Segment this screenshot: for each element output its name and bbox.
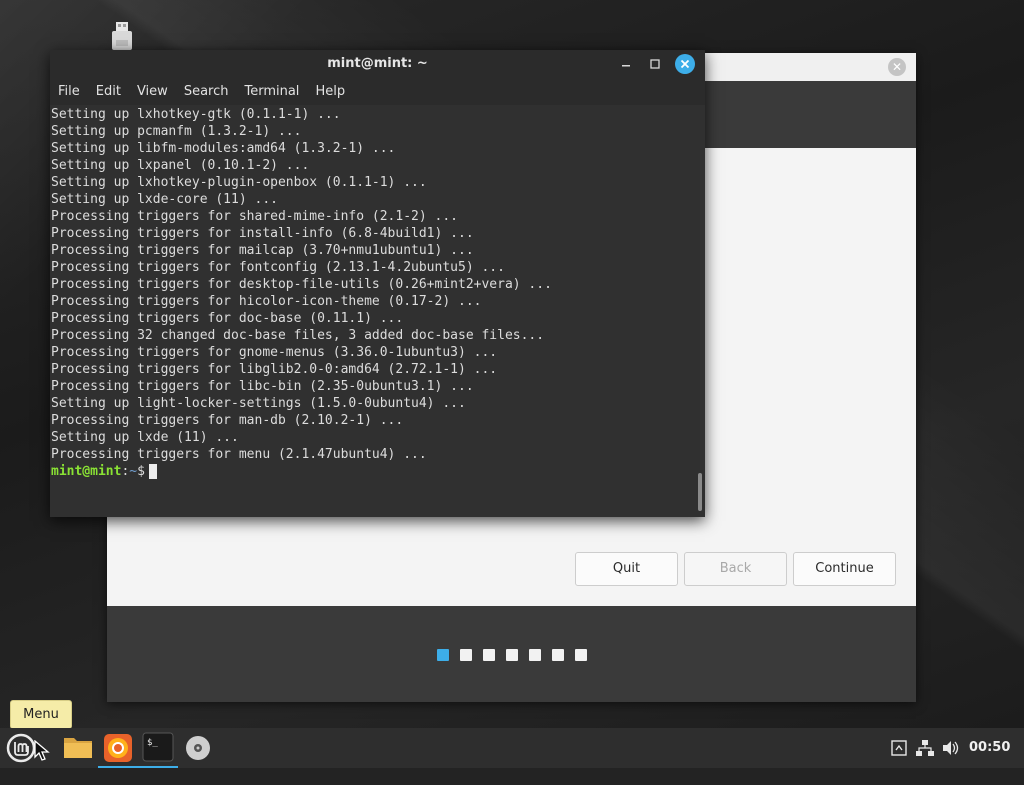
terminal-line: Processing triggers for libc-bin (2.35-0… xyxy=(51,379,474,394)
terminal-line: Setting up lxhotkey-plugin-openbox (0.1.… xyxy=(51,175,427,190)
network-tray-button[interactable] xyxy=(915,728,935,768)
terminal-titlebar[interactable]: mint@mint: ~ xyxy=(50,50,705,78)
menu-search[interactable]: Search xyxy=(176,78,237,105)
notes-icon xyxy=(891,740,907,756)
disc-icon xyxy=(186,736,210,760)
terminal-line: Processing triggers for mailcap (3.70+nm… xyxy=(51,243,474,258)
step-dot-3 xyxy=(483,649,495,661)
prompt-symbol: $ xyxy=(137,464,145,479)
terminal-line: Setting up lxpanel (0.10.1-2) ... xyxy=(51,158,310,173)
disc-button[interactable] xyxy=(178,728,218,768)
step-dot-1 xyxy=(437,649,449,661)
installer-close-button[interactable]: ✕ xyxy=(888,58,906,76)
terminal-line: Processing triggers for hicolor-icon-the… xyxy=(51,294,482,309)
step-dot-6 xyxy=(552,649,564,661)
close-button[interactable] xyxy=(675,54,695,74)
text-cursor xyxy=(148,464,157,479)
step-dot-4 xyxy=(506,649,518,661)
step-dot-2 xyxy=(460,649,472,661)
terminal-line: Processing triggers for install-info (6.… xyxy=(51,226,474,241)
files-button[interactable] xyxy=(58,728,98,768)
notes-tray-button[interactable] xyxy=(890,728,908,768)
prompt-user: mint@mint xyxy=(51,464,122,479)
close-icon xyxy=(680,59,690,69)
firefox-button[interactable] xyxy=(98,728,138,768)
volume-tray-button[interactable] xyxy=(941,728,961,768)
terminal-prompt: mint@mint:~$ xyxy=(51,463,157,480)
terminal-line: Setting up pcmanfm (1.3.2-1) ... xyxy=(51,124,302,139)
terminal-line: Setting up lxhotkey-gtk (0.1.1-1) ... xyxy=(51,107,341,122)
prompt-path: ~ xyxy=(129,464,138,479)
terminal-line: Setting up light-locker-settings (1.5.0-… xyxy=(51,396,466,411)
terminal-window: mint@mint: ~ File Edit View Search Termi… xyxy=(50,50,705,517)
menu-edit[interactable]: Edit xyxy=(88,78,129,105)
quit-button[interactable]: Quit xyxy=(575,552,678,586)
terminal-line: Processing triggers for man-db (2.10.2-1… xyxy=(51,413,404,428)
terminal-line: Processing triggers for gnome-menus (3.3… xyxy=(51,345,498,360)
menu-button[interactable] xyxy=(1,728,50,768)
menu-help[interactable]: Help xyxy=(307,78,353,105)
minimize-icon xyxy=(622,65,630,67)
network-icon xyxy=(916,740,934,756)
maximize-icon xyxy=(650,59,660,69)
back-button[interactable]: Back xyxy=(684,552,787,586)
terminal-title: mint@mint: ~ xyxy=(327,56,428,71)
svg-text:$_: $_ xyxy=(147,738,158,748)
terminal-line: Processing 32 changed doc-base files, 3 … xyxy=(51,328,545,343)
terminal-scrollbar[interactable] xyxy=(698,473,702,511)
terminal-line: Processing triggers for menu (2.1.47ubun… xyxy=(51,447,427,462)
terminal-output[interactable]: Setting up lxhotkey-gtk (0.1.1-1) ... Se… xyxy=(50,105,705,517)
terminal-line: Setting up lxde (11) ... xyxy=(51,430,239,445)
step-dot-5 xyxy=(529,649,541,661)
menu-tooltip: Menu xyxy=(10,700,72,729)
menu-view[interactable]: View xyxy=(129,78,176,105)
step-dot-7 xyxy=(575,649,587,661)
terminal-line: Processing triggers for desktop-file-uti… xyxy=(51,277,552,292)
taskbar: $_ 00:50 xyxy=(0,728,1024,768)
terminal-menubar: File Edit View Search Terminal Help xyxy=(50,78,705,105)
menu-terminal[interactable]: Terminal xyxy=(236,78,307,105)
mouse-pointer-icon xyxy=(34,740,50,761)
continue-button[interactable]: Continue xyxy=(793,552,896,586)
clock[interactable]: 00:50 xyxy=(969,728,1010,768)
usb-drive-icon[interactable] xyxy=(110,22,134,50)
terminal-line: Processing triggers for fontconfig (2.13… xyxy=(51,260,505,275)
terminal-line: Processing triggers for doc-base (0.11.1… xyxy=(51,311,404,326)
volume-icon xyxy=(943,741,959,755)
terminal-line: Setting up lxde-core (11) ... xyxy=(51,192,278,207)
terminal-button[interactable]: $_ xyxy=(138,728,178,768)
folder-icon xyxy=(64,738,92,758)
minimize-button[interactable] xyxy=(616,54,636,74)
terminal-icon: $_ xyxy=(142,732,174,762)
installer-footer xyxy=(107,606,916,702)
terminal-line: Processing triggers for shared-mime-info… xyxy=(51,209,458,224)
firefox-icon xyxy=(104,734,132,762)
terminal-line: Processing triggers for libglib2.0-0:amd… xyxy=(51,362,498,377)
step-indicator xyxy=(437,649,587,661)
terminal-line: Setting up libfm-modules:amd64 (1.3.2-1)… xyxy=(51,141,396,156)
maximize-button[interactable] xyxy=(645,54,665,74)
menu-file[interactable]: File xyxy=(50,78,88,105)
